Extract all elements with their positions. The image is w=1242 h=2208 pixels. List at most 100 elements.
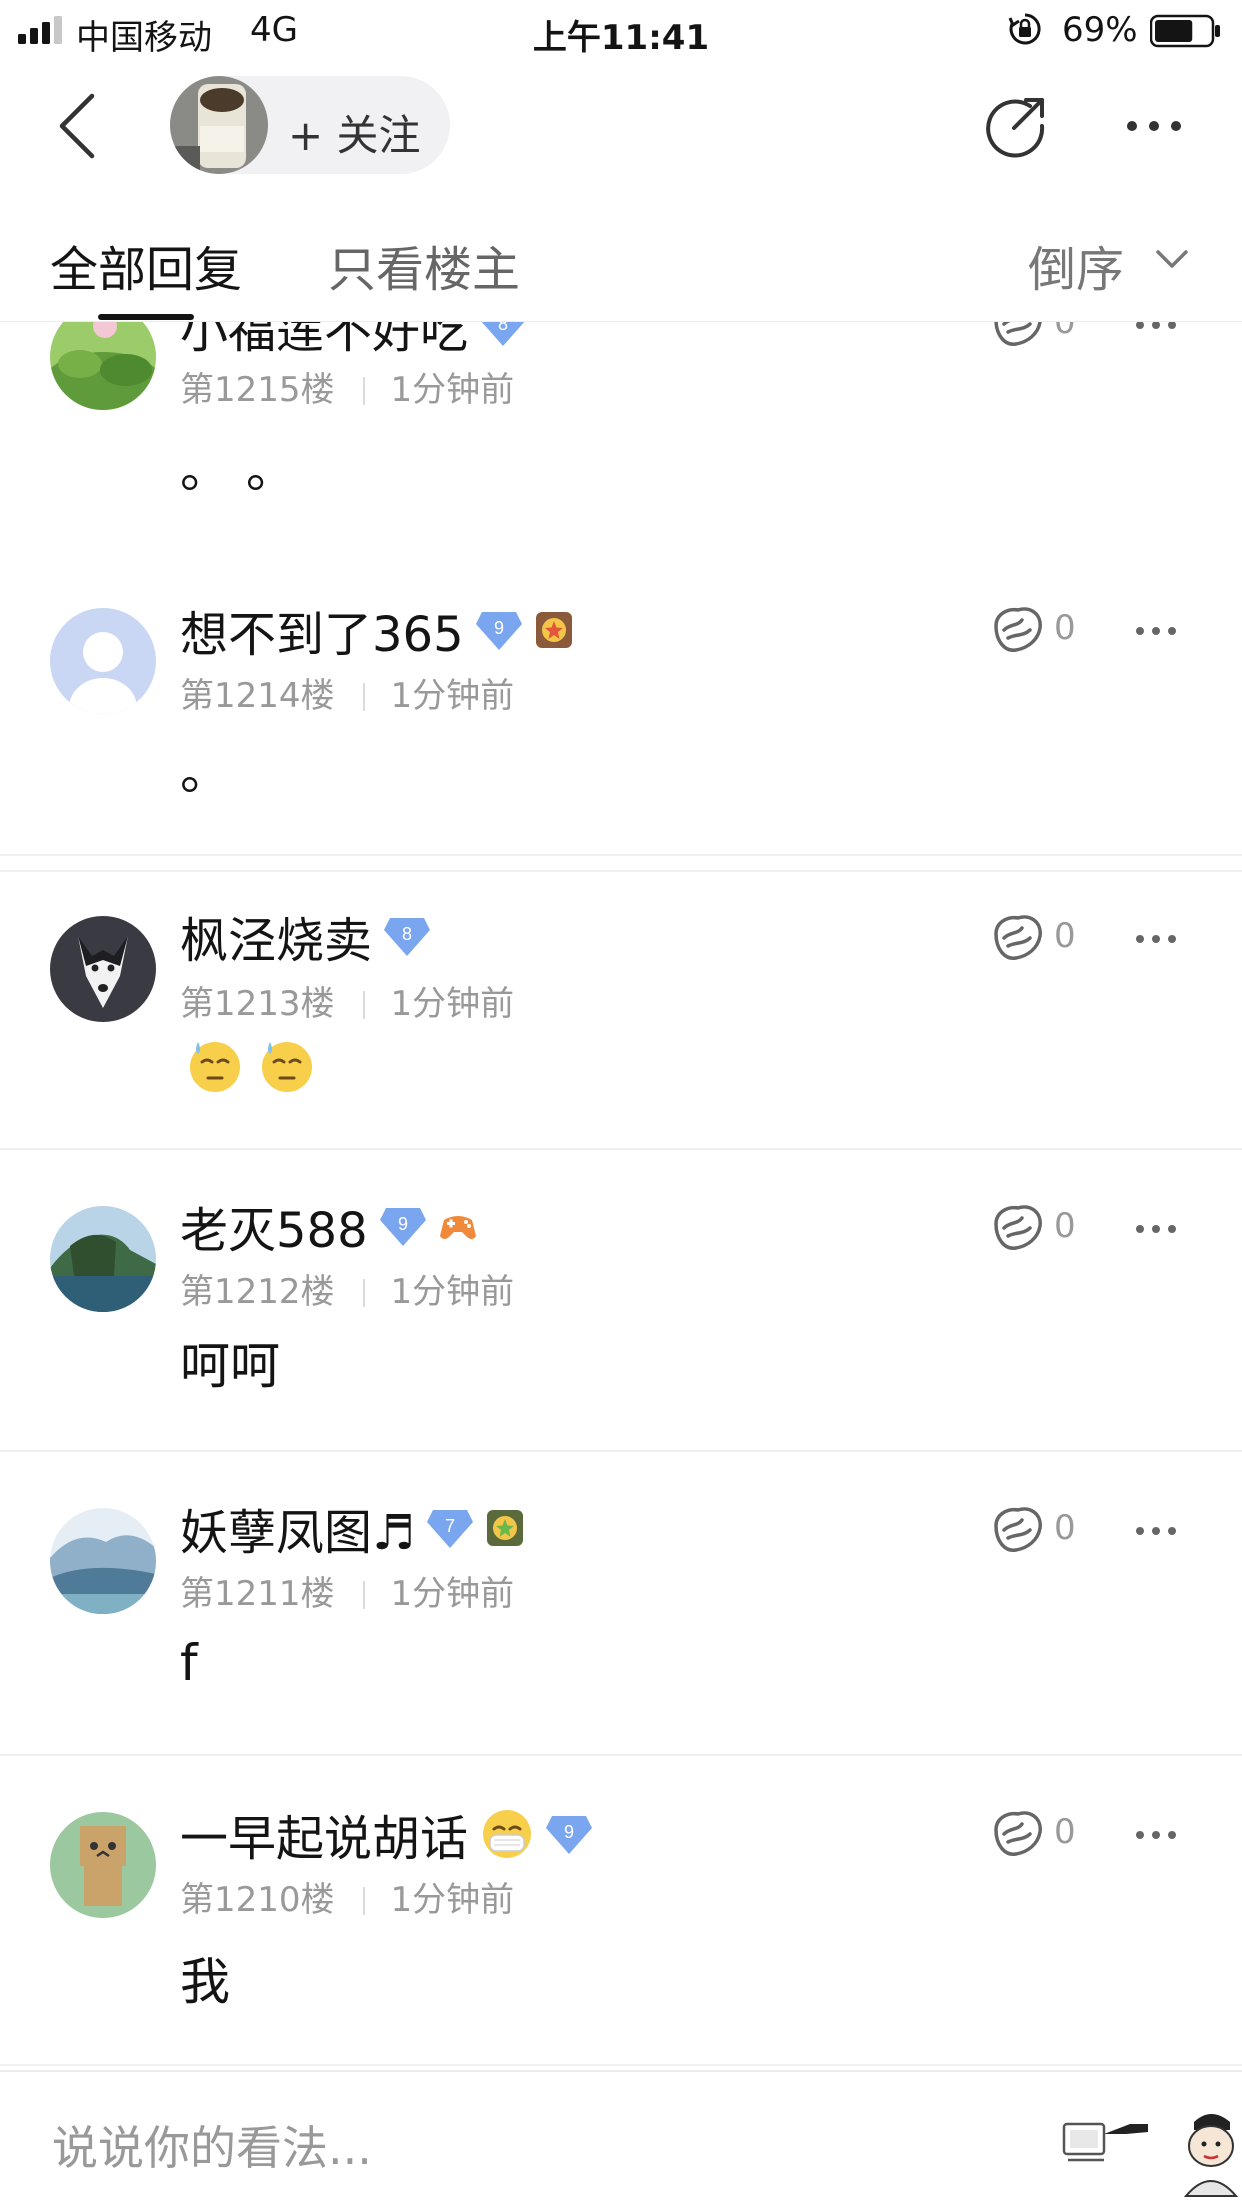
more-icon[interactable] bbox=[1134, 932, 1178, 946]
level-badge: 7 bbox=[427, 1510, 474, 1548]
level-badge: 8 bbox=[481, 322, 525, 346]
post-time: 1分钟前 bbox=[390, 1574, 515, 1614]
battery-percentage: 69% bbox=[1062, 10, 1138, 50]
more-icon[interactable] bbox=[1134, 1222, 1178, 1236]
meta-divider bbox=[362, 1279, 365, 1307]
svg-text:8: 8 bbox=[498, 322, 508, 334]
post-time: 1分钟前 bbox=[390, 370, 515, 410]
username[interactable]: 想不到了365 bbox=[180, 595, 464, 665]
reply-item: 老灭588 9 第1212楼 1分钟前 0 呵呵 bbox=[0, 1150, 1242, 1452]
like-count: 0 bbox=[1054, 1508, 1076, 1548]
more-icon[interactable] bbox=[1134, 322, 1178, 332]
sweat-emoji-icon bbox=[190, 1042, 240, 1092]
more-icon[interactable] bbox=[1134, 1828, 1178, 1842]
like-icon[interactable] bbox=[990, 1504, 1046, 1556]
like-count: 0 bbox=[1054, 1206, 1076, 1246]
like-icon[interactable] bbox=[990, 322, 1046, 350]
post-time: 1分钟前 bbox=[390, 1880, 515, 1920]
svg-text:9: 9 bbox=[398, 1214, 408, 1234]
post-time: 1分钟前 bbox=[390, 1272, 515, 1312]
meta-divider bbox=[362, 683, 365, 711]
level-badge: 9 bbox=[379, 1208, 426, 1246]
svg-text:9: 9 bbox=[564, 1822, 574, 1842]
avatar-sticker-icon[interactable] bbox=[1180, 2100, 1242, 2200]
level-badge: 9 bbox=[546, 1816, 593, 1854]
reply-item: 妖孽凤图♬ 7 第1211楼 1分钟前 0 f bbox=[0, 1452, 1242, 1756]
rotation-lock-icon bbox=[1008, 13, 1041, 45]
post-time: 1分钟前 bbox=[390, 676, 515, 716]
reply-list: 小福莲不好吃 8 第1215楼 1分钟前 0 。 。 想不到了365 9 第12… bbox=[0, 322, 1242, 2070]
post-meta: 第1215楼 1分钟前 bbox=[180, 362, 514, 411]
reply-content: 。 。 bbox=[180, 441, 296, 499]
more-icon[interactable] bbox=[1134, 1524, 1178, 1538]
tab-op-only[interactable]: 只看楼主 bbox=[328, 230, 520, 300]
like-icon[interactable] bbox=[990, 604, 1046, 656]
tab-all-replies[interactable]: 全部回复 bbox=[50, 230, 242, 300]
username[interactable]: 一早起说胡话 bbox=[180, 1799, 468, 1869]
sort-order-button[interactable]: 倒序 bbox=[1028, 230, 1124, 300]
medal-icon bbox=[535, 612, 572, 648]
clock: 上午11:41 bbox=[532, 18, 710, 58]
svg-text:7: 7 bbox=[445, 1516, 455, 1536]
share-icon[interactable] bbox=[984, 94, 1048, 158]
post-meta: 第1212楼 1分钟前 bbox=[180, 1264, 514, 1313]
gamepad-icon bbox=[439, 1216, 476, 1239]
like-count: 0 bbox=[1054, 608, 1076, 648]
floor-number: 第1213楼 bbox=[180, 984, 335, 1024]
post-meta: 第1213楼 1分钟前 bbox=[180, 976, 514, 1025]
sweat-emoji-icon bbox=[262, 1042, 312, 1092]
avatar[interactable] bbox=[50, 1206, 156, 1312]
battery-icon bbox=[1150, 14, 1220, 48]
username[interactable]: 妖孽凤图♬ bbox=[180, 1493, 415, 1563]
floor-number: 第1210楼 bbox=[180, 1880, 335, 1920]
comment-bar: 说说你的看法... bbox=[0, 2070, 1242, 2208]
follow-label: + 关注 bbox=[288, 111, 421, 160]
mask-emoji-icon bbox=[483, 1810, 532, 1858]
like-count: 0 bbox=[1054, 1812, 1076, 1852]
meta-divider bbox=[362, 991, 365, 1019]
svg-text:9: 9 bbox=[494, 618, 504, 638]
like-count: 0 bbox=[1054, 322, 1076, 342]
avatar[interactable] bbox=[50, 916, 156, 1022]
thread-author-avatar[interactable] bbox=[170, 76, 268, 174]
level-badge: 8 bbox=[384, 918, 431, 956]
reply-tabs: 全部回复 只看楼主 倒序 bbox=[0, 190, 1242, 322]
follow-button[interactable]: + 关注 bbox=[170, 76, 450, 174]
meta-divider bbox=[362, 377, 365, 405]
like-icon[interactable] bbox=[990, 1202, 1046, 1254]
nav-bar: + 关注 bbox=[0, 62, 1242, 190]
reply-item: 枫泾烧卖 8 第1213楼 1分钟前 0 bbox=[0, 856, 1242, 1150]
chevron-down-icon[interactable] bbox=[1152, 240, 1192, 280]
avatar[interactable] bbox=[50, 608, 156, 714]
like-count: 0 bbox=[1054, 916, 1076, 956]
reply-content: 我 bbox=[180, 1953, 230, 2011]
like-icon[interactable] bbox=[990, 912, 1046, 964]
post-meta: 第1210楼 1分钟前 bbox=[180, 1872, 514, 1921]
avatar[interactable] bbox=[50, 322, 156, 410]
username[interactable]: 枫泾烧卖 bbox=[180, 901, 372, 971]
comment-input[interactable]: 说说你的看法... bbox=[52, 2112, 372, 2178]
reply-item: 一早起说胡话 9 第1210楼 1分钟前 0 我 bbox=[0, 1756, 1242, 2066]
floor-number: 第1211楼 bbox=[180, 1574, 335, 1614]
avatar[interactable] bbox=[50, 1812, 156, 1918]
more-icon[interactable] bbox=[1124, 116, 1184, 136]
avatar[interactable] bbox=[50, 1508, 156, 1614]
meta-divider bbox=[362, 1581, 365, 1609]
svg-text:8: 8 bbox=[402, 924, 412, 944]
more-icon[interactable] bbox=[1134, 624, 1178, 638]
reply-content: 呵呵 bbox=[180, 1337, 280, 1395]
back-icon[interactable] bbox=[52, 90, 102, 162]
sticker-icon[interactable] bbox=[1060, 2110, 1150, 2170]
floor-number: 第1214楼 bbox=[180, 676, 335, 716]
meta-divider bbox=[362, 1887, 365, 1915]
like-icon[interactable] bbox=[990, 1808, 1046, 1860]
reply-item: 想不到了365 9 第1214楼 1分钟前 0 。 bbox=[0, 552, 1242, 856]
post-meta: 第1214楼 1分钟前 bbox=[180, 668, 514, 717]
floor-number: 第1215楼 bbox=[180, 370, 335, 410]
username[interactable]: 小福莲不好吃 bbox=[180, 322, 468, 361]
post-meta: 第1211楼 1分钟前 bbox=[180, 1566, 514, 1615]
floor-number: 第1212楼 bbox=[180, 1272, 335, 1312]
username[interactable]: 老灭588 bbox=[180, 1191, 368, 1261]
post-time: 1分钟前 bbox=[390, 984, 515, 1024]
active-tab-indicator bbox=[98, 314, 194, 320]
